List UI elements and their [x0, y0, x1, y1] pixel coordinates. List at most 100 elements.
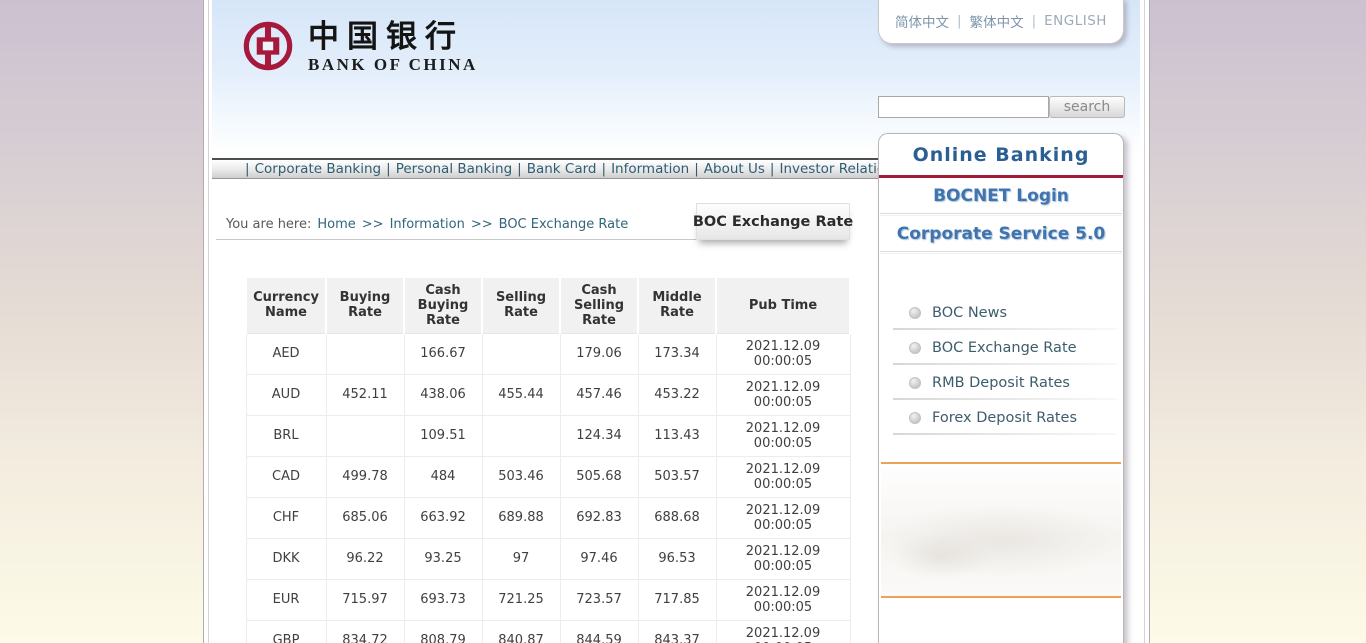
- rate-cell: 503.57: [638, 456, 716, 497]
- rate-cell: 453.22: [638, 374, 716, 415]
- currency-cell: DKK: [246, 538, 326, 579]
- search-button[interactable]: search: [1049, 96, 1125, 118]
- rate-cell: 457.46: [560, 374, 638, 415]
- separator: |: [386, 161, 391, 177]
- rate-cell: 452.11: [326, 374, 404, 415]
- rate-cell: 843.37: [638, 620, 716, 643]
- pub-time-cell: 2021.12.0900:00:05: [716, 497, 850, 538]
- currency-cell: BRL: [246, 415, 326, 456]
- rate-cell: [326, 415, 404, 456]
- table-row: GBP834.72808.79840.87844.59843.372021.12…: [246, 620, 850, 643]
- table-row: EUR715.97693.73721.25723.57717.852021.12…: [246, 579, 850, 620]
- breadcrumb-link-information[interactable]: Information: [390, 217, 465, 232]
- separator: |: [770, 161, 775, 177]
- nav-item-information[interactable]: Information: [611, 161, 689, 177]
- currency-cell: GBP: [246, 620, 326, 643]
- search-input[interactable]: [878, 96, 1049, 118]
- sidebar-item-forex-deposit-rates[interactable]: Forex Deposit Rates: [879, 400, 1123, 435]
- pub-time: 00:00:05: [717, 395, 850, 410]
- rate-cell: 692.83: [560, 497, 638, 538]
- column-header: Middle Rate: [638, 277, 716, 333]
- rate-cell: 97.46: [560, 538, 638, 579]
- nav-item-about-us[interactable]: About Us: [704, 161, 765, 177]
- rate-cell: 834.72: [326, 620, 404, 643]
- rate-cell: 685.06: [326, 497, 404, 538]
- separator: |: [694, 161, 699, 177]
- breadcrumb-row: You are here: Home >> Information >> BOC Exc…: [216, 203, 850, 240]
- language-link-1[interactable]: 简体中文: [895, 11, 949, 31]
- pub-date: 2021.12.09: [717, 585, 850, 600]
- nav-item-bank-card[interactable]: Bank Card: [527, 161, 597, 177]
- language-link-3[interactable]: ENGLISH: [1044, 13, 1107, 29]
- currency-cell: AED: [246, 333, 326, 374]
- currency-cell: CAD: [246, 456, 326, 497]
- rate-cell: 97: [482, 538, 560, 579]
- bank-of-china-logo[interactable]: 中国银行 BANK OF CHINA: [242, 20, 478, 75]
- separator: |: [602, 161, 607, 177]
- rate-cell: 689.88: [482, 497, 560, 538]
- rate-cell: 721.25: [482, 579, 560, 620]
- pub-time: 00:00:05: [717, 354, 850, 369]
- rate-cell: 109.51: [404, 415, 482, 456]
- bullet-icon: [909, 377, 921, 389]
- nav-item-corporate-banking[interactable]: Corporate Banking: [255, 161, 382, 177]
- breadcrumb-prefix: You are here:: [226, 217, 311, 232]
- rate-cell: 688.68: [638, 497, 716, 538]
- sidebar-item-label: RMB Deposit Rates: [932, 375, 1070, 391]
- sidebar-item-label: Forex Deposit Rates: [932, 410, 1077, 426]
- rate-cell: 844.59: [560, 620, 638, 643]
- currency-cell: AUD: [246, 374, 326, 415]
- table-row: CHF685.06663.92689.88692.83688.682021.12…: [246, 497, 850, 538]
- separator: |: [517, 161, 522, 177]
- pub-time-cell: 2021.12.0900:00:05: [716, 374, 850, 415]
- logo-chinese-name: 中国银行: [308, 20, 478, 54]
- logo-english-name: BANK OF CHINA: [308, 55, 478, 75]
- sidebar-item-boc-exchange-rate[interactable]: BOC Exchange Rate: [879, 330, 1123, 365]
- separator: |: [957, 13, 962, 29]
- pub-date: 2021.12.09: [717, 380, 850, 395]
- rate-cell: 179.06: [560, 333, 638, 374]
- rate-cell: 505.68: [560, 456, 638, 497]
- rate-cell: 113.43: [638, 415, 716, 456]
- breadcrumb-link-home[interactable]: Home: [317, 217, 355, 232]
- rate-cell: 715.97: [326, 579, 404, 620]
- separator: |: [245, 161, 250, 177]
- corporate-service-link[interactable]: Corporate Service 5.0: [879, 216, 1123, 251]
- online-banking-title: Online Banking: [879, 134, 1123, 175]
- online-banking-panel: Online Banking BOCNET Login Corporate Se…: [878, 133, 1124, 643]
- bullet-icon: [909, 342, 921, 354]
- bullet-icon: [909, 307, 921, 319]
- sidebar-item-boc-news[interactable]: BOC News: [879, 295, 1123, 330]
- table-row: AUD452.11438.06455.44457.46453.222021.12…: [246, 374, 850, 415]
- column-header: Currency Name: [246, 277, 326, 333]
- sidebar-item-rmb-deposit-rates[interactable]: RMB Deposit Rates: [879, 365, 1123, 400]
- table-row: DKK96.2293.259797.4696.532021.12.0900:00…: [246, 538, 850, 579]
- rate-cell: 173.34: [638, 333, 716, 374]
- breadcrumb-link-boc-exchange-rate[interactable]: BOC Exchange Rate: [499, 217, 629, 232]
- column-header: Buying Rate: [326, 277, 404, 333]
- page-container: 中国银行 BANK OF CHINA 简体中文 | 繁体中文 | ENGLISH sea…: [203, 0, 1150, 643]
- divider: [880, 251, 1122, 254]
- language-link-2[interactable]: 繁体中文: [970, 11, 1024, 31]
- rate-cell: [482, 333, 560, 374]
- currency-cell: CHF: [246, 497, 326, 538]
- pub-time-cell: 2021.12.0900:00:05: [716, 415, 850, 456]
- separator: >>: [471, 217, 493, 232]
- rate-cell: 503.46: [482, 456, 560, 497]
- pub-time: 00:00:05: [717, 559, 850, 574]
- rate-cell: 96.22: [326, 538, 404, 579]
- separator: >>: [362, 217, 384, 232]
- sidebar-item-label: BOC News: [932, 305, 1007, 321]
- tab-boc-exchange-rate[interactable]: BOC Exchange Rate: [696, 203, 850, 240]
- column-header: Pub Time: [716, 277, 850, 333]
- rate-cell: 93.25: [404, 538, 482, 579]
- table-row: CAD499.78484503.46505.68503.572021.12.09…: [246, 456, 850, 497]
- bocnet-login-link[interactable]: BOCNET Login: [879, 178, 1123, 213]
- pub-date: 2021.12.09: [717, 421, 850, 436]
- rate-cell: [326, 333, 404, 374]
- nav-item-personal-banking[interactable]: Personal Banking: [396, 161, 512, 177]
- column-header: Selling Rate: [482, 277, 560, 333]
- pub-time-cell: 2021.12.0900:00:05: [716, 538, 850, 579]
- pub-time-cell: 2021.12.0900:00:05: [716, 456, 850, 497]
- logo-text: 中国银行 BANK OF CHINA: [308, 20, 478, 75]
